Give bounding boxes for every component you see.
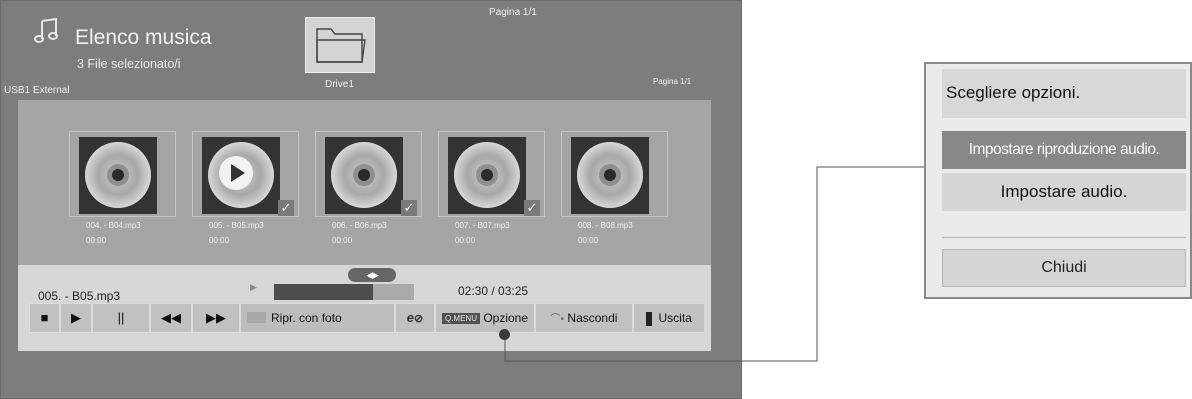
- options-dialog: Scegliere opzioni. Impostare riproduzion…: [924, 62, 1192, 299]
- close-button[interactable]: Chiudi: [942, 249, 1186, 287]
- dialog-divider: [942, 237, 1186, 238]
- callout-dot: [499, 329, 510, 340]
- dialog-title: Scegliere opzioni.: [946, 83, 1081, 102]
- option-audio-playback[interactable]: Impostare riproduzione audio.: [942, 131, 1186, 169]
- dialog-header: Scegliere opzioni.: [942, 69, 1186, 118]
- option-audio-settings[interactable]: Impostare audio.: [942, 173, 1186, 211]
